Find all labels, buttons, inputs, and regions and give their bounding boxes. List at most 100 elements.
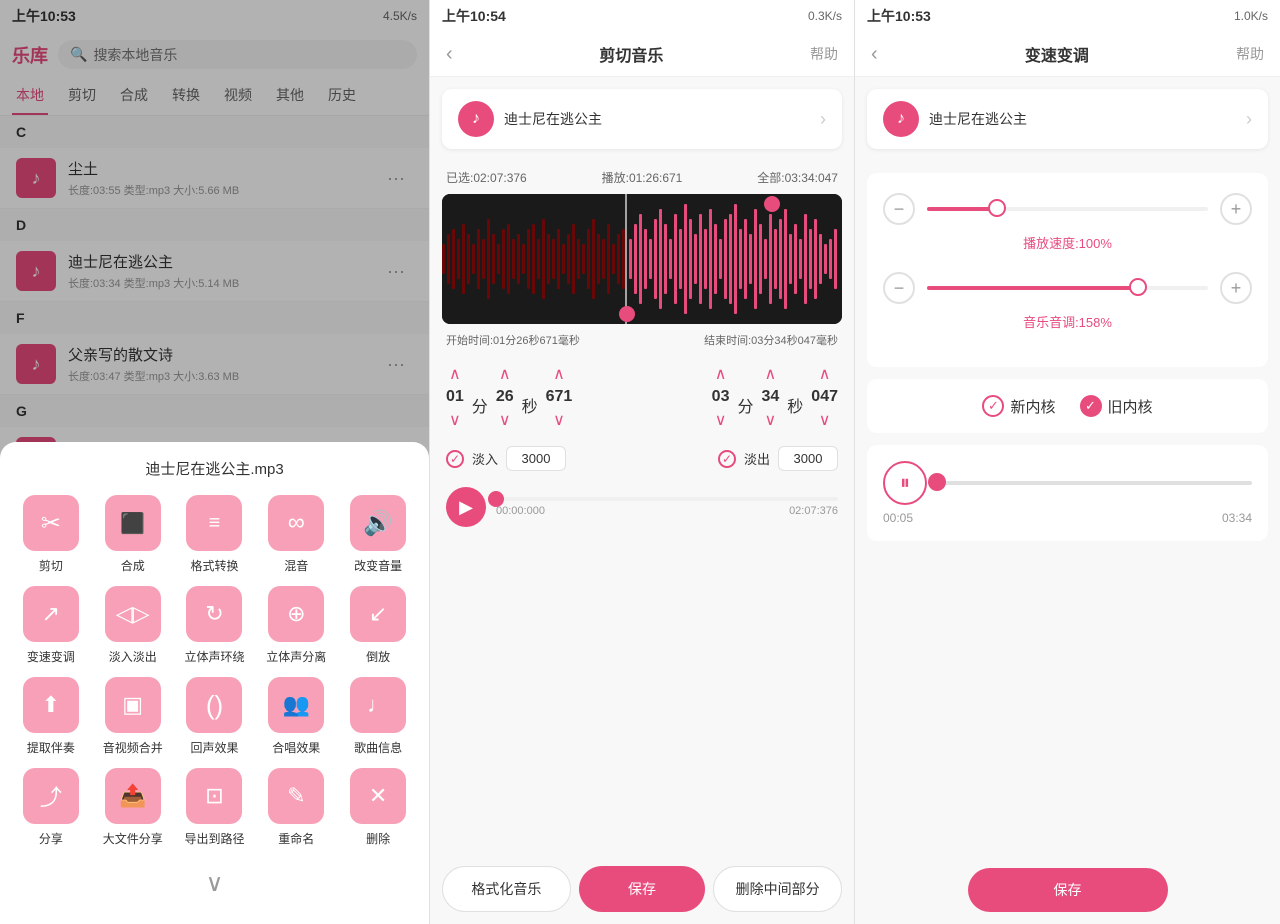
pitch-track-container[interactable] xyxy=(937,481,1252,485)
pitch-title: 变速变调 xyxy=(878,42,1236,66)
pitch-help-button[interactable]: 帮助 xyxy=(1236,44,1264,64)
modal-item-fade[interactable]: ◁▷ 淡入淡出 xyxy=(98,586,168,665)
cut-play-button[interactable]: ▶ xyxy=(446,487,486,527)
end-min-up[interactable]: ∧ xyxy=(715,364,727,384)
modal-item-delete[interactable]: ✕ 删除 xyxy=(343,768,413,847)
av-merge-label: 音视频合并 xyxy=(103,739,163,756)
end-ms-up[interactable]: ∧ xyxy=(819,364,831,384)
end-sec-down[interactable]: ∨ xyxy=(765,410,777,430)
modal-item-format[interactable]: ≡ 格式转换 xyxy=(180,495,250,574)
chorus-label: 合唱效果 xyxy=(272,739,320,756)
start-ms-up[interactable]: ∧ xyxy=(553,364,565,384)
cut-icon: ✂ xyxy=(23,495,79,551)
modal-item-reverse[interactable]: ↙ 倒放 xyxy=(343,586,413,665)
modal-item-cut[interactable]: ✂ 剪切 xyxy=(16,495,86,574)
volume-label: 改变音量 xyxy=(354,557,402,574)
speed-label: 播放速度:100% xyxy=(883,233,1252,252)
song-card-arrow: › xyxy=(820,109,826,130)
song-icon: ♪ xyxy=(458,101,494,137)
help-button[interactable]: 帮助 xyxy=(810,44,838,64)
cut-progress-thumb[interactable] xyxy=(488,491,504,507)
speed-decrease-button[interactable]: − xyxy=(883,193,915,225)
fade-out-input[interactable] xyxy=(778,446,838,471)
end-ms-down[interactable]: ∨ xyxy=(819,410,831,430)
speed-thumb[interactable] xyxy=(988,199,1006,217)
modal-item-share[interactable]: ⤴ 分享 xyxy=(16,768,86,847)
cut-progress[interactable]: 00:00:000 02:07:376 xyxy=(496,497,838,517)
modal-item-large-share[interactable]: 📤 大文件分享 xyxy=(98,768,168,847)
info-icon: ♩ xyxy=(350,677,406,733)
cut-progress-track[interactable] xyxy=(496,497,838,501)
cut-current-time: 00:00:000 xyxy=(496,505,545,517)
cut-label: 剪切 xyxy=(39,557,63,574)
cut-song-card[interactable]: ♪ 迪士尼在逃公主 › xyxy=(442,89,842,149)
modal-item-av-merge[interactable]: ▣ 音视频合并 xyxy=(98,677,168,756)
modal-item-compose[interactable]: ⬛ 合成 xyxy=(98,495,168,574)
waveform-container[interactable] xyxy=(442,194,842,324)
modal-item-export[interactable]: ⊡ 导出到路径 xyxy=(180,768,250,847)
delete-icon: ✕ xyxy=(350,768,406,824)
pitch-song-name: 迪士尼在逃公主 xyxy=(929,109,1236,129)
modal-item-mix[interactable]: ∞ 混音 xyxy=(261,495,331,574)
speed-increase-button[interactable]: + xyxy=(1220,193,1252,225)
kernel-old-check[interactable]: ✓ xyxy=(1080,395,1102,417)
delete-middle-button[interactable]: 删除中间部分 xyxy=(713,866,842,912)
pitch-play-pause-button[interactable]: ⏸ xyxy=(883,461,927,505)
modal-item-info[interactable]: ♩ 歌曲信息 xyxy=(343,677,413,756)
back-button[interactable]: ‹ xyxy=(446,43,453,66)
start-sec-up[interactable]: ∧ xyxy=(499,364,511,384)
pitch-save-button[interactable]: 保存 xyxy=(968,868,1168,912)
modal-item-chorus[interactable]: 👥 合唱效果 xyxy=(261,677,331,756)
kernel-old-item[interactable]: ✓ 旧内核 xyxy=(1080,395,1153,417)
start-min-up[interactable]: ∧ xyxy=(449,364,461,384)
modal-item-speed[interactable]: ↗ 变速变调 xyxy=(16,586,86,665)
end-sec-up[interactable]: ∧ xyxy=(765,364,777,384)
pitch-song-card[interactable]: ♪ 迪士尼在逃公主 › xyxy=(867,89,1268,149)
kernel-new-item[interactable]: ✓ 新内核 xyxy=(982,395,1055,417)
cut-status-time: 上午10:54 xyxy=(442,6,506,26)
speed-track[interactable] xyxy=(927,207,1208,211)
pitch-track[interactable] xyxy=(927,286,1208,290)
pitch-thumb[interactable] xyxy=(1129,278,1147,296)
fade-in-input[interactable] xyxy=(506,446,566,471)
stereo-env-label: 立体声环绕 xyxy=(184,648,244,665)
pitch-progress-thumb[interactable] xyxy=(928,473,946,491)
stereo-env-icon: ↻ xyxy=(186,586,242,642)
extract-icon: ⬆ xyxy=(23,677,79,733)
cut-save-button[interactable]: 保存 xyxy=(579,866,706,912)
kernel-new-check[interactable]: ✓ xyxy=(982,395,1004,417)
delete-label: 删除 xyxy=(366,830,390,847)
pitch-decrease-button[interactable]: − xyxy=(883,272,915,304)
kernel-row: ✓ 新内核 ✓ 旧内核 xyxy=(867,379,1268,433)
fade-controls: ✓ 淡入 ✓ 淡出 xyxy=(430,438,854,479)
start-sec-down[interactable]: ∨ xyxy=(499,410,511,430)
pitch-increase-button[interactable]: + xyxy=(1220,272,1252,304)
modal-item-rename[interactable]: ✎ 重命名 xyxy=(261,768,331,847)
modal-item-echo[interactable]: () 回声效果 xyxy=(180,677,250,756)
start-ms-down[interactable]: ∨ xyxy=(553,410,565,430)
fade-in-check[interactable]: ✓ xyxy=(446,450,464,468)
status-bar-cut: 上午10:54 0.3K/s xyxy=(430,0,854,32)
pitch-times: 00:05 03:34 xyxy=(883,511,1252,525)
modal-item-stereo-env[interactable]: ↻ 立体声环绕 xyxy=(180,586,250,665)
waveform-svg xyxy=(442,194,842,324)
modal-overlay[interactable]: 迪士尼在逃公主.mp3 ✂ 剪切 ⬛ 合成 ≡ 格式转换 ∞ 混音 xyxy=(0,0,429,924)
pitch-progress-track[interactable] xyxy=(937,481,1252,485)
format-music-button[interactable]: 格式化音乐 xyxy=(442,866,571,912)
end-min-down[interactable]: ∨ xyxy=(715,410,727,430)
pitch-back-button[interactable]: ‹ xyxy=(871,43,878,66)
time-inputs: ∧ 01 ∨ 分 ∧ 26 ∨ 秒 ∧ 671 ∨ ∧ 03 ∨ xyxy=(430,356,854,438)
pitch-bottom-actions: 保存 xyxy=(855,856,1280,924)
fade-out-check[interactable]: ✓ xyxy=(718,450,736,468)
pitch-label: 音乐音调:158% xyxy=(883,312,1252,331)
modal-grid: ✂ 剪切 ⬛ 合成 ≡ 格式转换 ∞ 混音 🔊 改变音量 xyxy=(16,495,413,847)
pitch-header: ‹ 变速变调 帮助 xyxy=(855,32,1280,77)
start-min-down[interactable]: ∨ xyxy=(449,410,461,430)
pitch-slider-row: − + xyxy=(883,272,1252,304)
modal-item-extract[interactable]: ⬆ 提取伴奏 xyxy=(16,677,86,756)
modal-item-stereo-sep[interactable]: ⊕ 立体声分离 xyxy=(261,586,331,665)
chorus-icon: 👥 xyxy=(268,677,324,733)
modal-close-button[interactable]: ∨ xyxy=(16,859,413,908)
mix-icon: ∞ xyxy=(268,495,324,551)
modal-item-volume[interactable]: 🔊 改变音量 xyxy=(343,495,413,574)
